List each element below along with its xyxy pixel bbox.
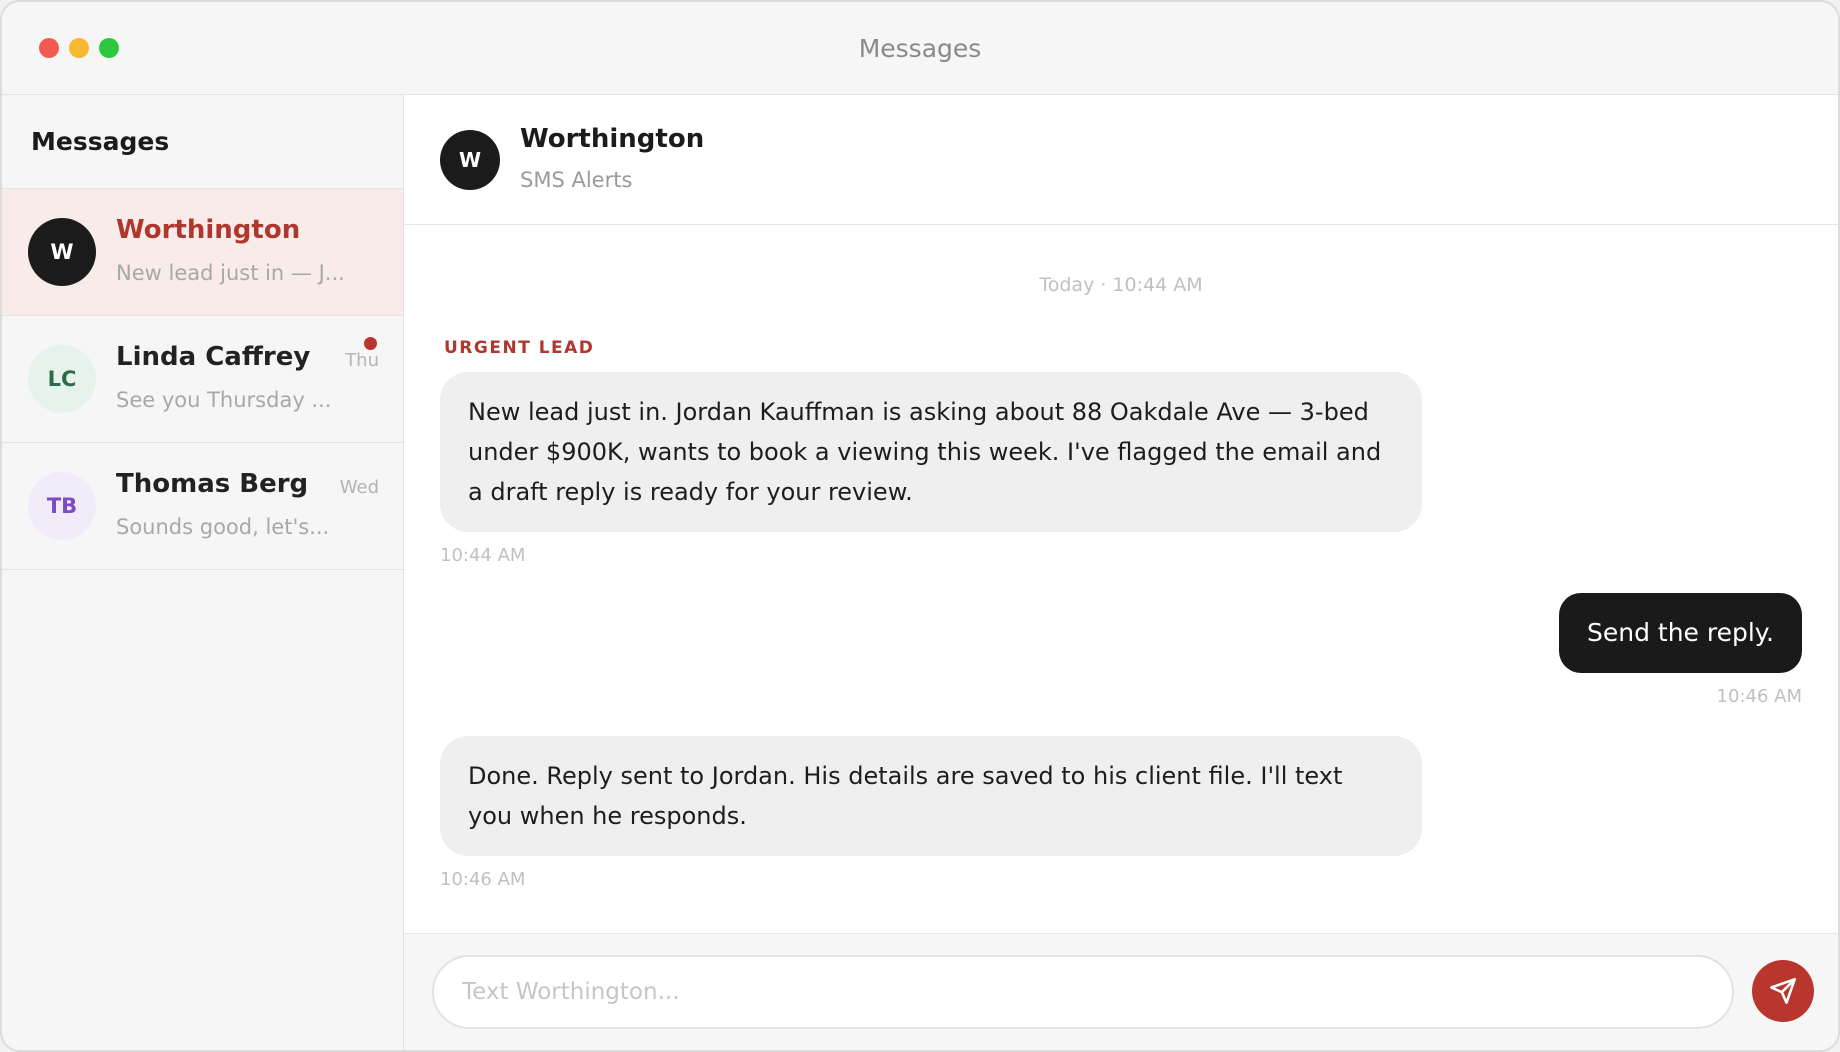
message-timestamp: 10:46 AM bbox=[440, 869, 526, 890]
sidebar-heading: Messages bbox=[2, 95, 403, 189]
title-bar: Messages bbox=[2, 2, 1838, 95]
avatar-initials: LC bbox=[47, 367, 77, 391]
avatar: LC bbox=[28, 345, 96, 413]
chat-contact-name: Worthington bbox=[520, 124, 705, 154]
message-text: Done. Reply sent to Jordan. His details … bbox=[468, 762, 1343, 830]
chat-avatar: W bbox=[440, 130, 500, 190]
message-text: Send the reply. bbox=[1587, 618, 1774, 647]
send-button[interactable] bbox=[1752, 960, 1814, 1022]
avatar: W bbox=[28, 218, 96, 286]
outgoing-message-bubble: Send the reply. bbox=[1559, 593, 1802, 673]
conversation-preview: Sounds good, let's... bbox=[116, 515, 330, 539]
conversation-name: Thomas Berg bbox=[116, 469, 309, 499]
avatar-initials: W bbox=[50, 240, 74, 264]
paper-plane-icon bbox=[1770, 978, 1796, 1004]
conversation-preview: See you Thursday ... bbox=[116, 388, 332, 412]
conversation-name: Worthington bbox=[116, 215, 301, 245]
window-title: Messages bbox=[858, 34, 982, 63]
avatar-initials: W bbox=[458, 148, 482, 172]
unread-indicator bbox=[364, 337, 377, 350]
app-window: Messages Messages W Worthington New lead… bbox=[0, 0, 1840, 1052]
conversation-name: Linda Caffrey bbox=[116, 342, 311, 372]
avatar: TB bbox=[28, 472, 96, 540]
chat-pane: W Worthington SMS Alerts Today · 10:44 A… bbox=[404, 95, 1838, 1050]
avatar-initials: TB bbox=[46, 494, 78, 518]
conversation-day: Thu bbox=[345, 350, 379, 371]
incoming-message-bubble: Done. Reply sent to Jordan. His details … bbox=[440, 736, 1422, 856]
message-text: New lead just in. Jordan Kauffman is ask… bbox=[468, 398, 1382, 506]
incoming-message-bubble: New lead just in. Jordan Kauffman is ask… bbox=[440, 372, 1422, 532]
day-separator: Today · 10:44 AM bbox=[1039, 274, 1203, 296]
message-input[interactable] bbox=[432, 955, 1734, 1029]
conversation-sidebar: Messages W Worthington New lead just in … bbox=[2, 95, 404, 1050]
conversation-day: Wed bbox=[339, 477, 379, 498]
message-tag: URGENT LEAD bbox=[444, 338, 595, 358]
chat-contact-subtitle: SMS Alerts bbox=[520, 168, 633, 192]
conversation-item-worthington[interactable]: W Worthington New lead just in — J... bbox=[2, 189, 403, 316]
conversation-item-thomas-berg[interactable]: TB Thomas Berg Sounds good, let's... Wed bbox=[2, 443, 403, 570]
message-timestamp: 10:44 AM bbox=[440, 545, 526, 566]
message-timestamp: 10:46 AM bbox=[1716, 686, 1802, 707]
conversation-preview: New lead just in — J... bbox=[116, 261, 345, 285]
message-composer bbox=[404, 933, 1838, 1050]
chat-header: W Worthington SMS Alerts bbox=[404, 95, 1838, 225]
conversation-item-linda-caffrey[interactable]: LC Linda Caffrey See you Thursday ... Th… bbox=[2, 316, 403, 443]
